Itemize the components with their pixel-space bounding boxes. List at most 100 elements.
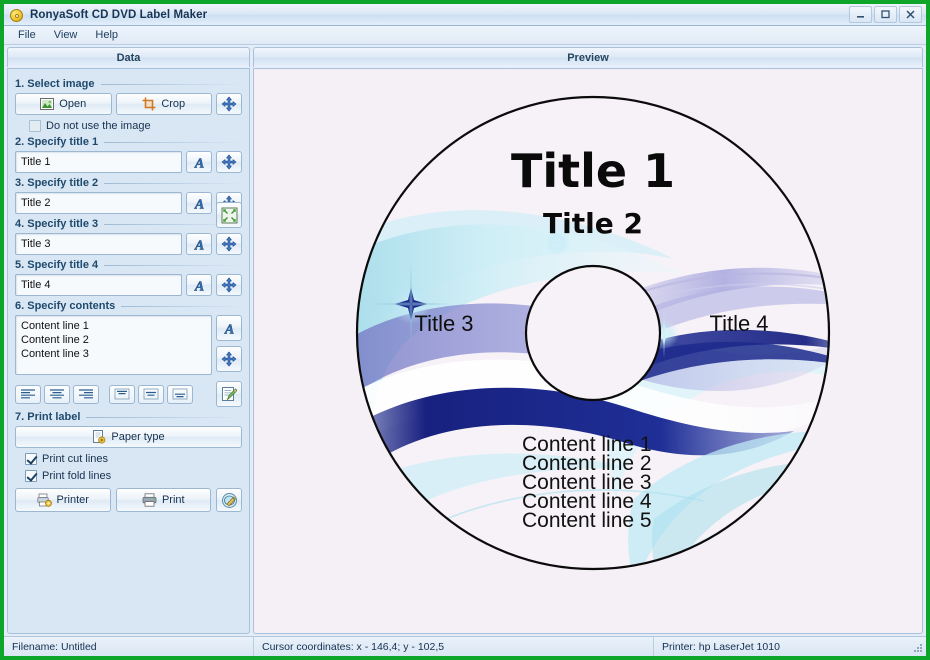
- section-rule: [100, 83, 242, 85]
- align-middle-icon: [143, 388, 159, 400]
- title1-font-button[interactable]: A: [186, 151, 212, 173]
- print-button[interactable]: Print: [115, 488, 211, 512]
- panel-header-preview[interactable]: Preview: [253, 47, 923, 67]
- menu-item-help[interactable]: Help: [87, 28, 126, 42]
- title4-row: Title 4 A: [15, 274, 242, 296]
- move-arrows-icon: [221, 236, 237, 252]
- print-fold-lines-checkbox[interactable]: [25, 470, 37, 482]
- fit-to-label-icon: [221, 207, 237, 223]
- align-left-icon: [21, 389, 35, 399]
- menu-bar: File View Help: [4, 26, 926, 45]
- minimize-button[interactable]: [849, 6, 872, 23]
- move-arrows-icon: [221, 277, 237, 293]
- maximize-button[interactable]: [874, 6, 897, 23]
- section-rule: [121, 305, 242, 307]
- align-bottom-button[interactable]: [167, 384, 193, 404]
- font-a-icon: A: [223, 322, 234, 336]
- section-rule: [104, 182, 242, 184]
- open-image-icon: [40, 98, 55, 110]
- panel-header-data[interactable]: Data: [7, 47, 250, 67]
- contents-textarea[interactable]: Content line 1 Content line 2 Content li…: [15, 315, 212, 375]
- do-not-use-image-row[interactable]: Do not use the image: [29, 120, 242, 132]
- cd-disc-icon: [9, 7, 25, 23]
- section-label: 5. Specify title 4: [15, 259, 99, 271]
- fit-to-label-button[interactable]: [216, 202, 242, 228]
- status-filename: Filename: Untitled: [4, 637, 254, 656]
- print-button-label: Print: [161, 494, 185, 506]
- printer-button-label: Printer: [56, 494, 89, 506]
- close-button[interactable]: [899, 6, 922, 23]
- preview-panel[interactable]: Title 1 Title 2 Title 3 Title 4 Content …: [253, 68, 923, 634]
- menu-item-view[interactable]: View: [46, 28, 86, 42]
- move-image-button[interactable]: [216, 93, 242, 115]
- section-label: 4. Specify title 3: [15, 218, 99, 230]
- section-rule: [86, 416, 242, 418]
- title-bar: RonyaSoft CD DVD Label Maker: [4, 4, 926, 26]
- move-arrows-icon: [221, 351, 237, 367]
- printer-settings-icon: [36, 493, 52, 507]
- title4-move-button[interactable]: [216, 274, 242, 296]
- section-label: 2. Specify title 1: [15, 136, 99, 148]
- print-cut-lines-checkbox[interactable]: [25, 453, 37, 465]
- title1-input[interactable]: Title 1: [15, 151, 182, 173]
- title2-font-button[interactable]: A: [186, 192, 212, 214]
- section-title-select-image: 1. Select image: [15, 78, 242, 90]
- section-label: 3. Specify title 2: [15, 177, 99, 189]
- print-fold-lines-row[interactable]: Print fold lines: [25, 470, 242, 482]
- panel-header-row: Data Preview: [4, 45, 926, 68]
- resize-grip-icon[interactable]: [912, 642, 924, 654]
- contents-row: Content line 1 Content line 2 Content li…: [15, 315, 242, 375]
- section-rule: [104, 141, 242, 143]
- print-cut-lines-row[interactable]: Print cut lines: [25, 453, 242, 465]
- align-right-button[interactable]: [73, 384, 99, 404]
- title1-move-button[interactable]: [216, 151, 242, 173]
- preview-title2: Title 2: [543, 207, 643, 240]
- svg-text:A: A: [193, 279, 203, 293]
- align-left-button[interactable]: [15, 384, 41, 404]
- print-preview-button[interactable]: [216, 488, 242, 512]
- data-panel: 1. Select image Open Crop Do not use the…: [7, 68, 250, 634]
- title3-move-button[interactable]: [216, 233, 242, 255]
- title3-input[interactable]: Title 3: [15, 233, 182, 255]
- section-title-title3: 4. Specify title 3: [15, 218, 242, 230]
- section-title-title1: 2. Specify title 1: [15, 136, 242, 148]
- title4-input[interactable]: Title 4: [15, 274, 182, 296]
- font-a-icon: A: [193, 197, 204, 211]
- window-title: RonyaSoft CD DVD Label Maker: [30, 8, 208, 21]
- print-preview-icon: [221, 492, 237, 508]
- section-title-title2: 3. Specify title 2: [15, 177, 242, 189]
- disc-center-hole: [524, 264, 662, 402]
- section-label: 6. Specify contents: [15, 300, 116, 312]
- open-button[interactable]: Open: [15, 93, 112, 115]
- alignment-button-group: [15, 381, 242, 407]
- sparkle-icon: [356, 421, 370, 489]
- align-top-button[interactable]: [109, 384, 135, 404]
- paper-type-icon: [93, 430, 106, 444]
- window-controls: [849, 6, 922, 23]
- paper-type-label: Paper type: [111, 431, 165, 443]
- move-arrows-icon: [221, 154, 237, 170]
- title1-row: Title 1 A: [15, 151, 242, 173]
- paper-type-button[interactable]: Paper type: [15, 426, 242, 448]
- menu-item-file[interactable]: File: [10, 28, 44, 42]
- section-title-contents: 6. Specify contents: [15, 300, 242, 312]
- align-middle-button[interactable]: [138, 384, 164, 404]
- title2-input[interactable]: Title 2: [15, 192, 182, 214]
- do-not-use-image-label: Do not use the image: [46, 120, 151, 132]
- print-cut-lines-label: Print cut lines: [42, 453, 109, 465]
- printer-settings-button[interactable]: Printer: [15, 488, 111, 512]
- svg-text:A: A: [193, 156, 203, 170]
- do-not-use-image-checkbox[interactable]: [29, 120, 41, 132]
- contents-edit-button[interactable]: [216, 381, 242, 407]
- title4-font-button[interactable]: A: [186, 274, 212, 296]
- preview-title4: Title 4: [709, 311, 768, 336]
- align-bottom-icon: [172, 388, 188, 400]
- disc-preview[interactable]: Title 1 Title 2 Title 3 Title 4 Content …: [254, 69, 923, 598]
- title3-font-button[interactable]: A: [186, 233, 212, 255]
- contents-move-button[interactable]: [216, 346, 242, 372]
- crop-button[interactable]: Crop: [115, 93, 212, 115]
- align-center-button[interactable]: [44, 384, 70, 404]
- svg-text:A: A: [193, 197, 203, 211]
- contents-font-button[interactable]: A: [216, 315, 242, 341]
- section-title-title4: 5. Specify title 4: [15, 259, 242, 271]
